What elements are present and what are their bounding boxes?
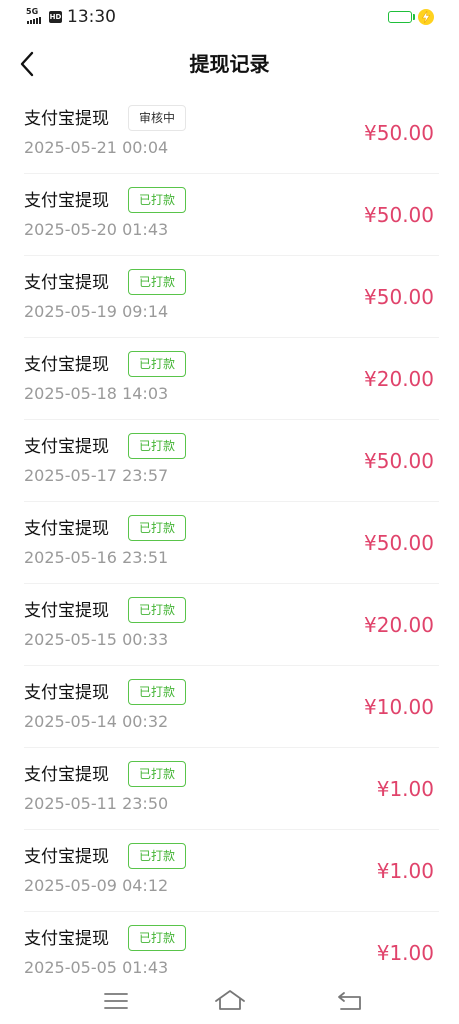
list-item[interactable]: 支付宝提现 已打款 2025-05-20 01:43 ¥50.00 <box>0 174 459 256</box>
home-icon <box>215 990 245 1010</box>
record-amount: ¥1.00 <box>376 777 434 801</box>
hd-badge: HD <box>49 11 62 23</box>
record-date: 2025-05-14 00:32 <box>24 712 169 731</box>
status-badge: 已打款 <box>128 925 187 951</box>
record-title: 支付宝提现 <box>24 847 109 867</box>
list-item[interactable]: 支付宝提现 已打款 2025-05-11 23:50 ¥1.00 <box>0 748 459 830</box>
withdrawal-list: 支付宝提现 审核中 2025-05-21 00:04 ¥50.00 支付宝提现 … <box>0 92 459 994</box>
status-badge: 已打款 <box>128 597 187 623</box>
record-amount: ¥1.00 <box>376 941 434 965</box>
record-title: 支付宝提现 <box>24 273 109 293</box>
menu-icon <box>104 993 128 1009</box>
charging-icon <box>418 9 434 25</box>
record-date: 2025-05-11 23:50 <box>24 794 169 813</box>
record-date: 2025-05-19 09:14 <box>24 302 169 321</box>
record-amount: ¥20.00 <box>364 367 434 391</box>
record-title: 支付宝提现 <box>24 109 109 129</box>
list-item[interactable]: 支付宝提现 已打款 2025-05-17 23:57 ¥50.00 <box>0 420 459 502</box>
list-item[interactable]: 支付宝提现 审核中 2025-05-21 00:04 ¥50.00 <box>0 92 459 174</box>
record-date: 2025-05-15 00:33 <box>24 630 169 649</box>
record-date: 2025-05-21 00:04 <box>24 138 169 157</box>
back-nav-button[interactable] <box>330 984 370 1018</box>
record-amount: ¥10.00 <box>364 695 434 719</box>
status-badge: 已打款 <box>128 761 187 787</box>
list-item[interactable]: 支付宝提现 已打款 2025-05-18 14:03 ¥20.00 <box>0 338 459 420</box>
record-date: 2025-05-20 01:43 <box>24 220 169 239</box>
list-item[interactable]: 支付宝提现 已打款 2025-05-09 04:12 ¥1.00 <box>0 830 459 912</box>
back-icon <box>338 992 361 1010</box>
status-bar: 5G HD 13:30 <box>0 0 459 36</box>
record-title: 支付宝提现 <box>24 437 109 457</box>
list-item[interactable]: 支付宝提现 已打款 2025-05-14 00:32 ¥10.00 <box>0 666 459 748</box>
record-amount: ¥50.00 <box>364 203 434 227</box>
list-item[interactable]: 支付宝提现 已打款 2025-05-19 09:14 ¥50.00 <box>0 256 459 338</box>
list-item[interactable]: 支付宝提现 已打款 2025-05-16 23:51 ¥50.00 <box>0 502 459 584</box>
record-amount: ¥1.00 <box>376 859 434 883</box>
record-date: 2025-05-18 14:03 <box>24 384 169 403</box>
battery-tip <box>413 14 415 20</box>
record-title: 支付宝提现 <box>24 683 109 703</box>
network-type: 5G <box>26 7 39 16</box>
status-badge: 已打款 <box>128 433 187 459</box>
status-badge: 审核中 <box>128 105 187 131</box>
home-button[interactable] <box>210 984 250 1018</box>
record-title: 支付宝提现 <box>24 355 109 375</box>
record-date: 2025-05-16 23:51 <box>24 548 169 567</box>
record-amount: ¥50.00 <box>364 285 434 309</box>
record-title: 支付宝提现 <box>24 929 109 949</box>
status-badge: 已打款 <box>128 351 187 377</box>
record-title: 支付宝提现 <box>24 191 109 211</box>
record-amount: ¥50.00 <box>364 449 434 473</box>
signal-icon <box>27 17 41 24</box>
status-badge: 已打款 <box>128 679 187 705</box>
record-title: 支付宝提现 <box>24 601 109 621</box>
status-badge: 已打款 <box>128 187 187 213</box>
list-item[interactable]: 支付宝提现 已打款 2025-05-15 00:33 ¥20.00 <box>0 584 459 666</box>
status-badge: 已打款 <box>128 843 187 869</box>
record-title: 支付宝提现 <box>24 765 109 785</box>
record-date: 2025-05-09 04:12 <box>24 876 169 895</box>
record-date: 2025-05-05 01:43 <box>24 958 169 977</box>
status-time: 13:30 <box>67 7 116 27</box>
header: 提现记录 <box>0 36 459 92</box>
status-badge: 已打款 <box>128 515 187 541</box>
page-title: 提现记录 <box>189 52 270 76</box>
record-date: 2025-05-17 23:57 <box>24 466 169 485</box>
battery-icon <box>388 11 412 23</box>
record-title: 支付宝提现 <box>24 519 109 539</box>
status-badge: 已打款 <box>128 269 187 295</box>
record-amount: ¥50.00 <box>364 121 434 145</box>
system-nav-bar <box>0 978 459 1024</box>
record-amount: ¥50.00 <box>364 531 434 555</box>
menu-button[interactable] <box>96 984 136 1018</box>
record-amount: ¥20.00 <box>364 613 434 637</box>
